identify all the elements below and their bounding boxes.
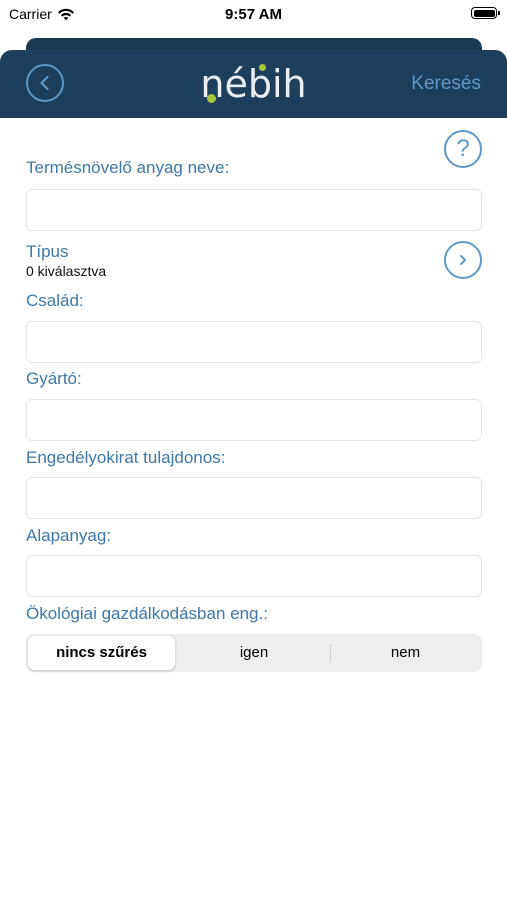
organic-label: Ökológiai gazdálkodásban eng.:	[26, 604, 268, 623]
organic-option-no[interactable]: nem	[331, 636, 480, 670]
manufacturer-label: Gyártó:	[26, 369, 82, 388]
logo-dot	[207, 94, 216, 103]
raw-material-label: Alapanyag:	[26, 526, 112, 545]
manufacturer-input[interactable]	[26, 399, 482, 441]
license-holder-label: Engedélyokirat tulajdonos:	[26, 448, 226, 467]
nav-bar: nébih Keresés	[0, 50, 507, 118]
battery-icon	[471, 7, 500, 19]
product-name-input[interactable]	[26, 189, 482, 231]
help-icon[interactable]: ?	[444, 130, 482, 168]
status-bar: Carrier 9:57 AM	[0, 0, 507, 30]
logo-text: nébih	[200, 62, 307, 106]
organic-option-no-filter[interactable]: nincs szűrés	[28, 636, 175, 670]
chevron-right-icon	[460, 255, 466, 265]
family-input[interactable]	[26, 321, 482, 363]
type-label[interactable]: Típus	[26, 242, 69, 262]
raw-material-input[interactable]	[26, 555, 482, 597]
search-button[interactable]: Keresés	[411, 73, 481, 95]
type-select-button[interactable]	[444, 241, 482, 279]
organic-segmented-control: nincs szűrés igen nem	[26, 634, 482, 672]
license-holder-input[interactable]	[26, 477, 482, 519]
product-name-label: Termésnövelő anyag neve:	[26, 158, 230, 177]
status-time: 9:57 AM	[225, 6, 282, 23]
logo-dot	[259, 64, 266, 71]
type-selected-count: 0 kiválasztva	[26, 263, 107, 279]
family-label: Család:	[26, 291, 84, 310]
organic-option-yes[interactable]: igen	[178, 636, 330, 670]
